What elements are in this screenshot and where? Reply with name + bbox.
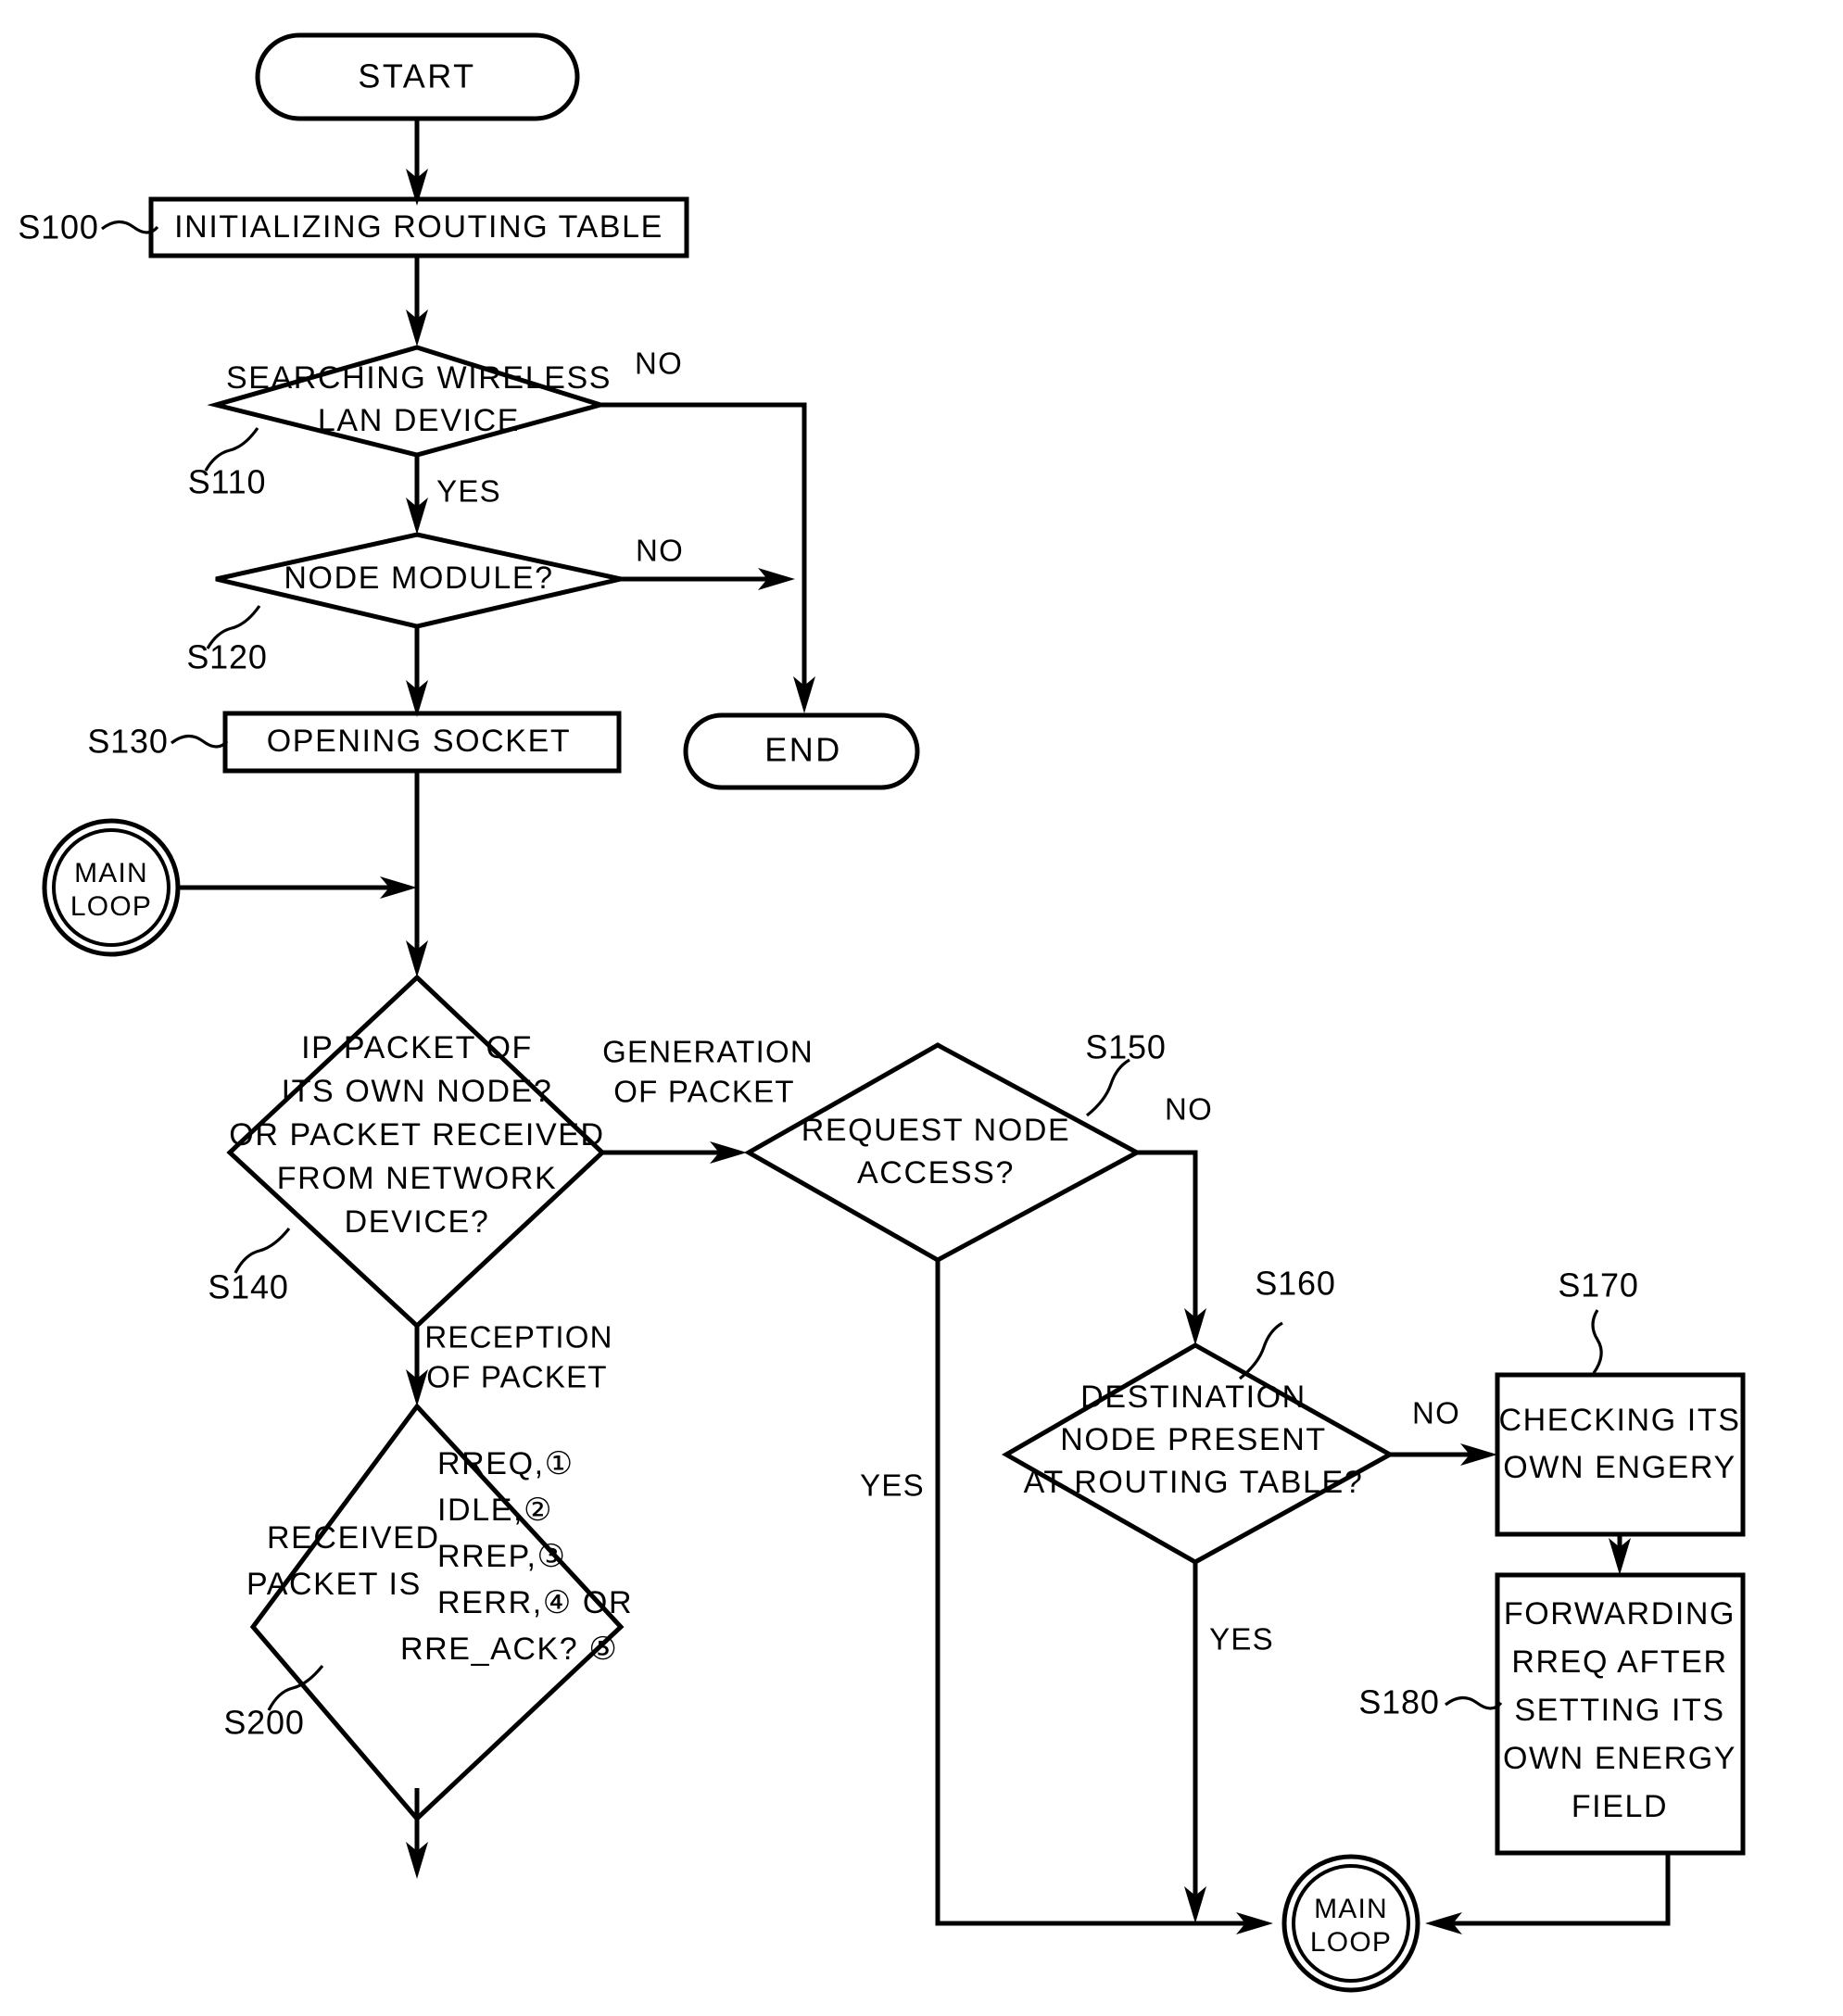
node-s200: RREQ,① IDLE,② RREP,③ RERR,④ OR RRE_ACK? … (223, 1403, 633, 1822)
node-s130: OPENING SOCKET S130 (87, 711, 622, 774)
connector-s150-no: NO (1137, 1092, 1213, 1345)
s140-reception-label-line2: OF PACKET (426, 1360, 607, 1394)
s200-label-line1: RREQ,① (437, 1446, 574, 1481)
s170-label-line2: OWN ENGERY (1503, 1450, 1736, 1485)
s200-label-line2: IDLE,② (437, 1493, 553, 1528)
s120-label: NODE MODULE? (284, 561, 553, 596)
s150-decision-shape (743, 1042, 1142, 1263)
main-loop-top-line1: MAIN (74, 858, 148, 888)
s180-label-line1: FORWARDING (1504, 1596, 1736, 1632)
s200-left-label-line1: RECEIVED (267, 1520, 440, 1556)
connector-s100-to-s110 (406, 256, 428, 346)
connector-s160-no: NO (1390, 1396, 1497, 1466)
s110-no-label: NO (635, 346, 683, 381)
s160-label-line2: NODE PRESENT (1060, 1422, 1326, 1457)
node-s100: INITIALIZING ROUTING TABLE S100 (18, 196, 689, 258)
connector-s110-yes: YES (406, 455, 501, 535)
connector-s200-out (406, 1788, 428, 1879)
connector-s120-to-s130 (406, 626, 428, 717)
connector-s150-yes: YES (860, 1260, 1273, 1934)
s170-ref: S170 (1558, 1266, 1638, 1304)
s140-generation-label-line2: OF PACKET (613, 1075, 794, 1109)
node-main-loop-top: MAIN LOOP (42, 818, 181, 957)
s160-no-label: NO (1412, 1396, 1460, 1430)
connector-start-to-s100 (406, 119, 428, 206)
connector-s180-to-main-loop (1425, 1853, 1671, 1934)
main-loop-top-line2: LOOP (70, 891, 152, 922)
s140-label-line1: IP PACKET OF (301, 1030, 533, 1065)
node-main-loop-bottom: MAIN LOOP (1281, 1854, 1420, 1993)
s180-ref: S180 (1358, 1683, 1439, 1721)
s140-label-line3: OR PACKET RECEIVED (229, 1117, 604, 1153)
end-label: END (764, 731, 842, 769)
s150-label-line2: ACCESS? (857, 1155, 1015, 1191)
s110-yes-label: YES (436, 474, 501, 509)
s180-label-line3: SETTING ITS (1514, 1693, 1724, 1728)
s120-no-label: NO (636, 534, 684, 568)
s200-ref: S200 (223, 1704, 304, 1742)
node-start: START (255, 32, 580, 121)
connector-s110-no: NO (600, 346, 815, 713)
s100-ref: S100 (18, 208, 98, 246)
s180-label-line5: FIELD (1572, 1789, 1668, 1824)
s140-label-line2: ITS OWN NODE? (282, 1074, 553, 1109)
s110-ref: S110 (188, 463, 267, 501)
connector-s130-to-s140 (178, 771, 428, 977)
s130-label: OPENING SOCKET (267, 724, 571, 759)
s160-ref: S160 (1255, 1265, 1335, 1303)
main-loop-bottom-line1: MAIN (1314, 1894, 1388, 1924)
connector-s170-to-s180 (1609, 1534, 1631, 1575)
main-loop-bottom-line2: LOOP (1310, 1927, 1392, 1958)
connector-s140-to-s200: RECEPTION OF PACKET (406, 1320, 612, 1406)
flowchart-canvas: START INITIALIZING ROUTING TABLE S100 SE… (0, 0, 1843, 2016)
s140-ref: S140 (208, 1268, 288, 1306)
s170-label-line1: CHECKING ITS (1498, 1403, 1740, 1438)
s130-ref: S130 (87, 723, 168, 761)
s160-label-line1: DESTINATION (1080, 1380, 1307, 1415)
s150-ref: S150 (1085, 1028, 1166, 1066)
connector-s120-no: NO (621, 534, 795, 590)
node-s170: CHECKING ITS OWN ENGERY S170 (1495, 1266, 1746, 1537)
node-s120: NODE MODULE? S120 (186, 532, 622, 676)
flowchart-svg: START INITIALIZING ROUTING TABLE S100 SE… (18, 32, 1746, 1993)
s120-ref: S120 (186, 638, 267, 676)
s200-left-label-line2: PACKET IS (246, 1567, 422, 1602)
connector-s160-yes: YES (1184, 1562, 1274, 1923)
node-s110: SEARCHING WIRELESS LAN DEVICE S110 (188, 345, 612, 501)
s160-yes-label: YES (1209, 1622, 1274, 1657)
node-s160: DESTINATION NODE PRESENT AT ROUTING TABL… (1001, 1265, 1395, 1565)
node-end: END (683, 712, 920, 790)
s200-label-line5: RRE_ACK? ⑤ (400, 1632, 618, 1667)
s140-label-line5: DEVICE? (345, 1204, 490, 1240)
s140-generation-label-line1: GENERATION (602, 1035, 814, 1069)
node-s140: IP PACKET OF ITS OWN NODE? OR PACKET REC… (208, 974, 606, 1329)
s160-label-line3: AT ROUTING TABLE? (1024, 1465, 1364, 1500)
connector-s140-to-s150: GENERATION OF PACKET (602, 1035, 814, 1164)
s150-yes-label: YES (860, 1468, 925, 1503)
s180-label-line2: RREQ AFTER (1511, 1644, 1727, 1680)
s110-label-line2: LAN DEVICE (318, 403, 520, 438)
s100-label: INITIALIZING ROUTING TABLE (174, 209, 663, 245)
start-label: START (358, 57, 475, 95)
s200-label-line3: RREP,③ (437, 1539, 567, 1574)
s150-label-line1: REQUEST NODE (802, 1113, 1071, 1148)
s200-label-line4: RERR,④ OR (437, 1585, 633, 1620)
s140-label-line4: FROM NETWORK (277, 1161, 558, 1196)
s110-label-line1: SEARCHING WIRELESS (226, 360, 612, 396)
s140-reception-label-line1: RECEPTION (424, 1320, 612, 1354)
node-s180: FORWARDING RREQ AFTER SETTING ITS OWN EN… (1358, 1572, 1746, 1856)
s150-no-label: NO (1165, 1092, 1213, 1127)
s180-label-line4: OWN ENERGY (1503, 1741, 1736, 1776)
